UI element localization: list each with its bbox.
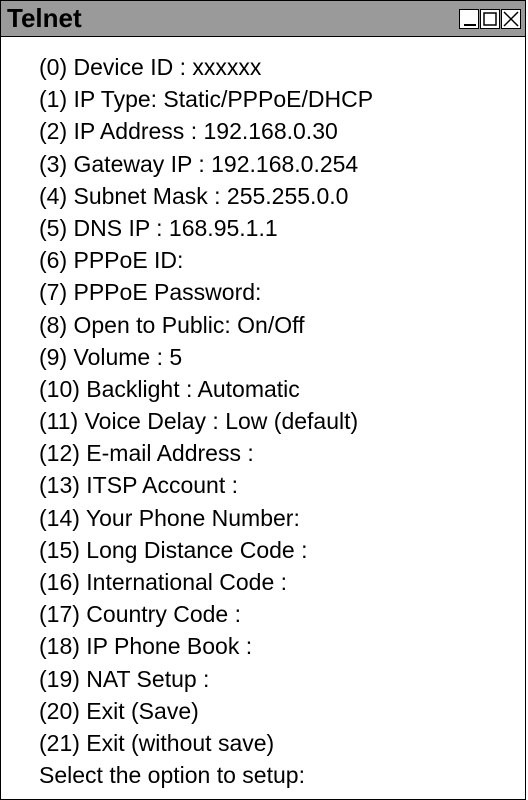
menu-item-nat-setup[interactable]: (19) NAT Setup : xyxy=(39,663,519,695)
menu-item-backlight[interactable]: (10) Backlight : Automatic xyxy=(39,373,519,405)
menu-item-exit-save[interactable]: (20) Exit (Save) xyxy=(39,695,519,727)
menu-item-ip-phone-book[interactable]: (18) IP Phone Book : xyxy=(39,630,519,662)
window-controls xyxy=(459,9,521,29)
menu-item-voice-delay[interactable]: (11) Voice Delay : Low (default) xyxy=(39,405,519,437)
menu-item-pppoe-password[interactable]: (7) PPPoE Password: xyxy=(39,276,519,308)
menu-item-email-address[interactable]: (12) E-mail Address : xyxy=(39,437,519,469)
select-option-prompt: Select the option to setup: xyxy=(39,762,305,789)
maximize-icon[interactable] xyxy=(480,9,500,29)
menu-item-itsp-account[interactable]: (13) ITSP Account : xyxy=(39,469,519,501)
menu-item-pppoe-id[interactable]: (6) PPPoE ID: xyxy=(39,244,519,276)
menu-item-ip-type[interactable]: (1) IP Type: Static/PPPoE/DHCP xyxy=(39,83,519,115)
menu-item-dns-ip[interactable]: (5) DNS IP : 168.95.1.1 xyxy=(39,212,519,244)
menu-item-phone-number[interactable]: (14) Your Phone Number: xyxy=(39,502,519,534)
menu-item-gateway-ip[interactable]: (3) Gateway IP : 192.168.0.254 xyxy=(39,148,519,180)
menu-item-open-to-public[interactable]: (8) Open to Public: On/Off xyxy=(39,309,519,341)
minimize-icon[interactable] xyxy=(459,9,479,29)
menu-item-ip-address[interactable]: (2) IP Address : 192.168.0.30 xyxy=(39,115,519,147)
close-icon[interactable] xyxy=(501,9,521,29)
menu-item-exit-without-save[interactable]: (21) Exit (without save) xyxy=(39,727,519,759)
window-title: Telnet xyxy=(7,3,82,33)
menu-item-international-code[interactable]: (16) International Code : xyxy=(39,566,519,598)
telnet-menu: (0) Device ID : xxxxxx (1) IP Type: Stat… xyxy=(39,51,519,791)
title-bar[interactable]: Telnet xyxy=(1,1,525,37)
menu-item-country-code[interactable]: (17) Country Code : xyxy=(39,598,519,630)
menu-item-volume[interactable]: (9) Volume : 5 xyxy=(39,341,519,373)
menu-item-subnet-mask[interactable]: (4) Subnet Mask : 255.255.0.0 xyxy=(39,180,519,212)
menu-item-device-id[interactable]: (0) Device ID : xxxxxx xyxy=(39,51,519,83)
telnet-window: Telnet (0) Device ID : xxxxxx (1) IP Typ… xyxy=(0,0,526,800)
menu-item-long-distance-code[interactable]: (15) Long Distance Code : xyxy=(39,534,519,566)
